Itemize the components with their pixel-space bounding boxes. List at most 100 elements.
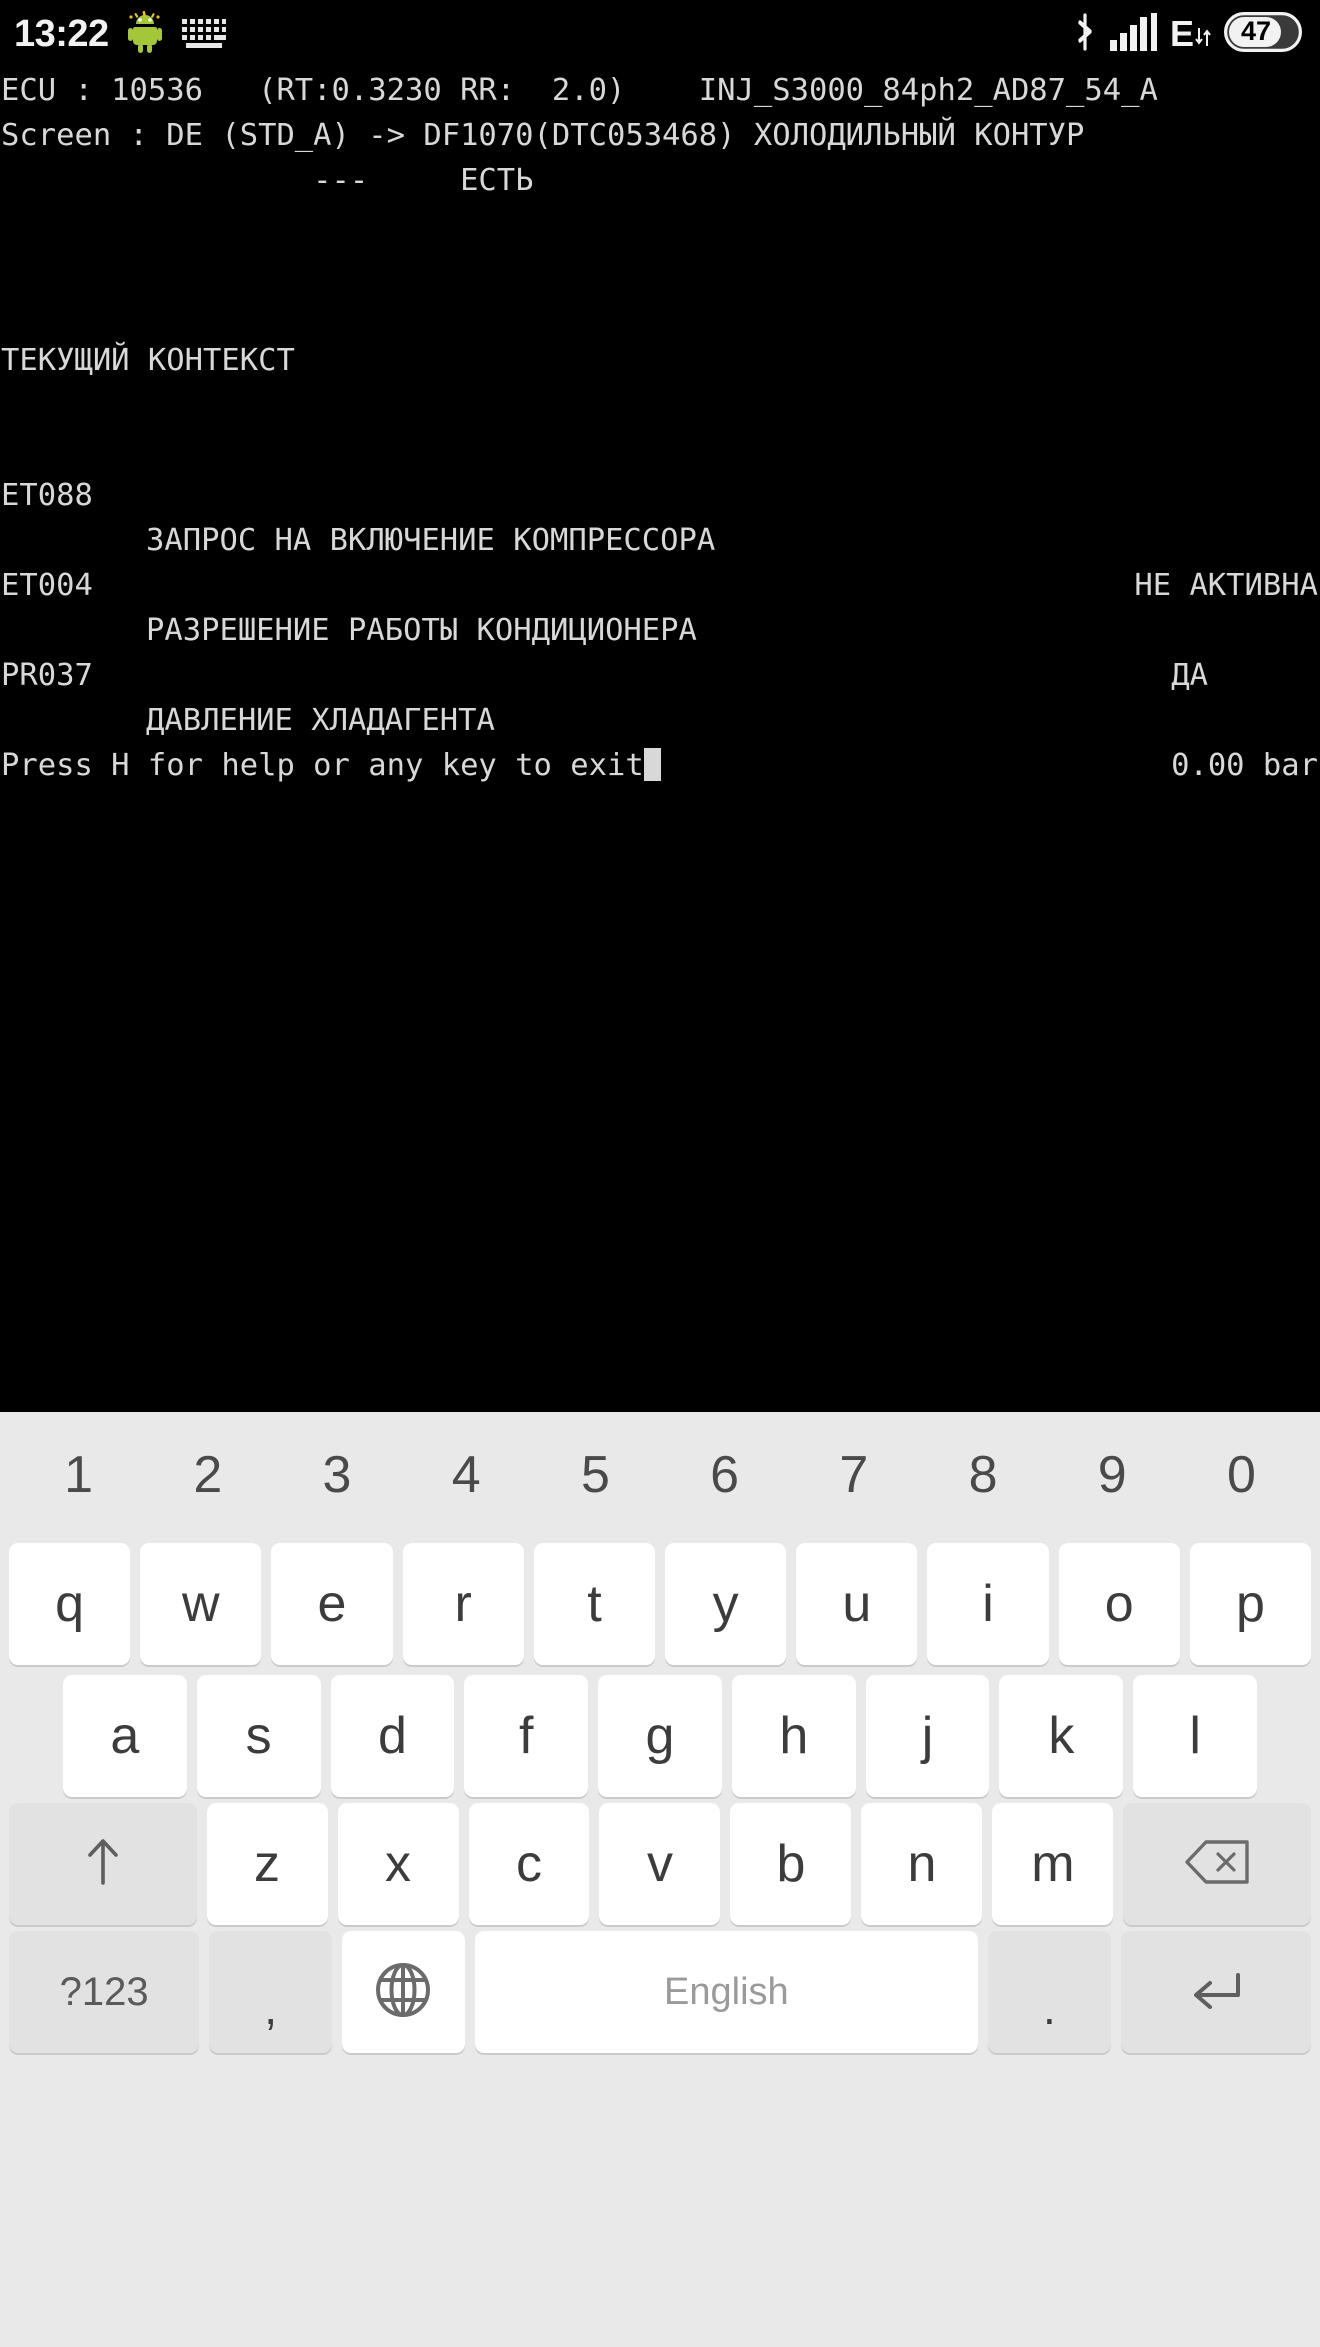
- parameter-value: ДА: [1171, 658, 1208, 693]
- key-x[interactable]: x: [337, 1803, 459, 1925]
- key-label: x: [385, 1835, 411, 1893]
- symbols-key[interactable]: ?123: [9, 1931, 200, 2053]
- key-label: e: [317, 1575, 347, 1633]
- key-label: j: [921, 1707, 934, 1765]
- shift-key[interactable]: [9, 1803, 197, 1925]
- key-label: l: [1189, 1707, 1201, 1765]
- key-label: y: [712, 1575, 739, 1633]
- network-type-label: E: [1169, 13, 1194, 54]
- language-switch-key[interactable]: [342, 1931, 465, 2053]
- status-bar: 13:22 E 47: [0, 0, 1320, 68]
- parameter-id: ET088: [1, 478, 93, 513]
- parameter-value: 0.00 bar: [1171, 748, 1318, 783]
- key-0[interactable]: 0: [1177, 1449, 1306, 1501]
- key-label: .: [1042, 1982, 1056, 2034]
- keyboard-row-home: a s d f g h j k l: [0, 1667, 1320, 1797]
- parameter-id: ET004: [1, 568, 93, 603]
- terminal-spacer: [0, 563, 1320, 608]
- keyboard-row-space: ?123 , English .: [0, 1923, 1320, 2058]
- key-7[interactable]: 7: [789, 1449, 918, 1501]
- key-a[interactable]: a: [63, 1675, 187, 1797]
- keyboard-row-numbers: 1 2 3 4 5 6 7 8 9 0: [0, 1412, 1320, 1537]
- shift-arrow-up-icon: [81, 1835, 125, 1894]
- backspace-key[interactable]: [1123, 1803, 1311, 1925]
- edge-network-icon: E: [1169, 13, 1212, 54]
- key-j[interactable]: j: [865, 1675, 990, 1797]
- key-label: n: [907, 1835, 937, 1893]
- status-bar-left-group: 13:22: [14, 10, 227, 58]
- key-9[interactable]: 9: [1048, 1449, 1177, 1501]
- key-k[interactable]: k: [999, 1675, 1124, 1797]
- enter-key[interactable]: [1120, 1931, 1311, 2053]
- key-label: k: [1048, 1707, 1075, 1765]
- bluetooth-icon: [1072, 12, 1098, 57]
- key-p[interactable]: p: [1189, 1543, 1312, 1665]
- keyboard-row-qwerty: q w e r t y u i o p: [0, 1537, 1320, 1667]
- terminal-line-screen: Screen : DE (STD_A) -> DF1070(DTC053468)…: [1, 118, 1085, 153]
- terminal-parameter-row: PR037 ДАВЛЕНИЕ ХЛАДАГЕНТА 0.00 bar: [0, 608, 1320, 783]
- key-4[interactable]: 4: [402, 1449, 531, 1501]
- key-w[interactable]: w: [140, 1543, 262, 1665]
- key-5[interactable]: 5: [531, 1449, 660, 1501]
- key-label: a: [110, 1707, 140, 1765]
- key-label: t: [587, 1575, 602, 1633]
- key-f[interactable]: f: [464, 1675, 589, 1797]
- key-g[interactable]: g: [598, 1675, 722, 1797]
- key-d[interactable]: d: [330, 1675, 455, 1797]
- key-label: h: [779, 1707, 809, 1765]
- key-b[interactable]: b: [730, 1803, 852, 1925]
- key-i[interactable]: i: [927, 1543, 1049, 1665]
- key-h[interactable]: h: [731, 1675, 856, 1797]
- key-o[interactable]: o: [1058, 1543, 1180, 1665]
- terminal-line-screen-continued: --- ЕСТЬ: [1, 163, 534, 198]
- keyboard-row-bottom-letters: z x c v b n m: [0, 1795, 1320, 1925]
- terminal-screen[interactable]: ECU : 10536 (RT:0.3230 RR: 2.0) INJ_S300…: [0, 68, 1320, 1412]
- key-u[interactable]: u: [796, 1543, 918, 1665]
- terminal-spacer: [0, 248, 1320, 293]
- key-label: c: [515, 1835, 542, 1893]
- key-e[interactable]: e: [271, 1543, 393, 1665]
- key-label: u: [842, 1575, 872, 1633]
- terminal-cursor: [643, 748, 661, 781]
- status-bar-clock: 13:22: [14, 13, 109, 55]
- terminal-section-title: ТЕКУЩИЙ КОНТЕКСТ: [1, 343, 295, 378]
- key-8[interactable]: 8: [918, 1449, 1047, 1501]
- terminal-parameter-row: ET004 РАЗРЕШЕНИЕ РАБОТЫ КОНДИЦИОНЕРА ДА: [0, 518, 1320, 693]
- key-label: d: [377, 1707, 407, 1765]
- key-n[interactable]: n: [861, 1803, 983, 1925]
- key-1[interactable]: 1: [14, 1449, 143, 1501]
- terminal-spacer: [0, 383, 1320, 428]
- key-label: r: [454, 1575, 472, 1633]
- key-label: v: [646, 1835, 673, 1893]
- key-label: o: [1104, 1575, 1134, 1633]
- key-s[interactable]: s: [196, 1675, 321, 1797]
- key-label: m: [1031, 1835, 1075, 1893]
- parameter-label: ДАВЛЕНИЕ ХЛАДАГЕНТА: [146, 703, 495, 738]
- signal-bars-icon: [1109, 12, 1158, 56]
- terminal-spacer: [0, 203, 1320, 248]
- key-t[interactable]: t: [533, 1543, 656, 1665]
- key-label: g: [645, 1707, 675, 1765]
- key-v[interactable]: v: [599, 1803, 721, 1925]
- key-label: f: [519, 1707, 534, 1765]
- key-6[interactable]: 6: [660, 1449, 789, 1501]
- on-screen-keyboard[interactable]: 1 2 3 4 5 6 7 8 9 0 q w e r t y u i o p …: [0, 1412, 1320, 2347]
- key-3[interactable]: 3: [272, 1449, 401, 1501]
- key-r[interactable]: r: [402, 1543, 524, 1665]
- key-q[interactable]: q: [9, 1543, 131, 1665]
- key-m[interactable]: m: [992, 1803, 1114, 1925]
- parameter-id: PR037: [1, 658, 93, 693]
- terminal-prompt-line: Press H for help or any key to exit: [0, 743, 1320, 788]
- key-y[interactable]: y: [665, 1543, 787, 1665]
- terminal-prompt-text: Press H for help or any key to exit: [1, 748, 644, 783]
- space-key[interactable]: English: [474, 1931, 978, 2053]
- key-l[interactable]: l: [1133, 1675, 1258, 1797]
- key-c[interactable]: c: [468, 1803, 590, 1925]
- key-2[interactable]: 2: [143, 1449, 272, 1501]
- key-label: w: [182, 1575, 220, 1633]
- key-z[interactable]: z: [206, 1803, 328, 1925]
- period-key[interactable]: .: [988, 1931, 1111, 2053]
- language-globe-icon: [371, 1958, 435, 2027]
- comma-key[interactable]: ,: [209, 1931, 332, 2053]
- backspace-icon: [1182, 1837, 1252, 1892]
